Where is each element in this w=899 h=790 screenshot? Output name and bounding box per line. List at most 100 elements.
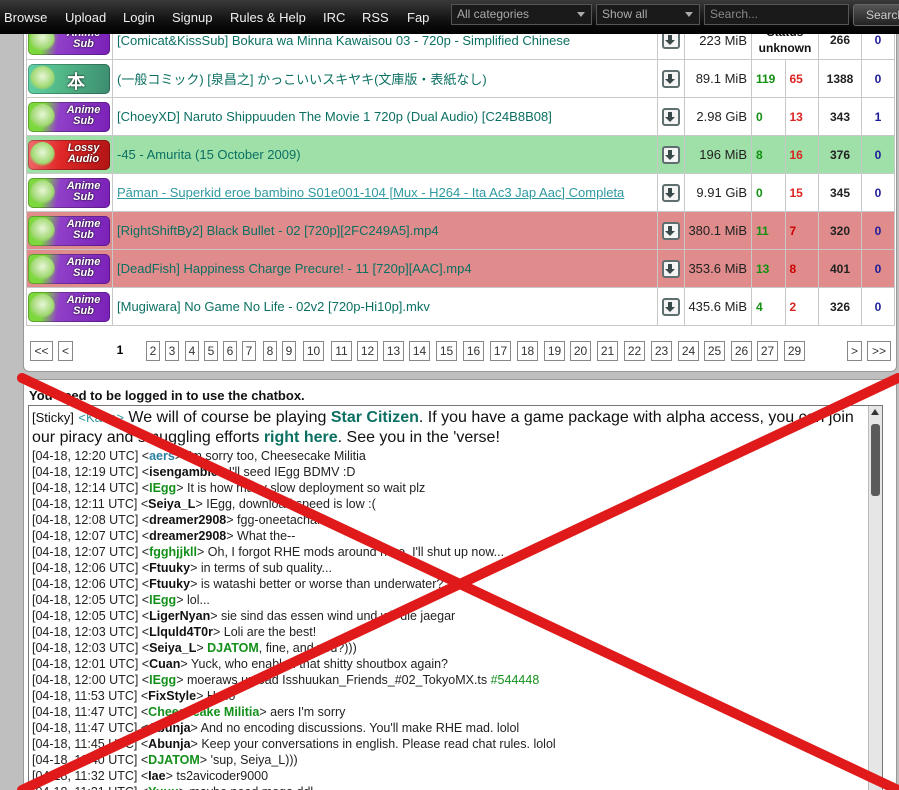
- download-icon[interactable]: [662, 297, 680, 316]
- page-last-button[interactable]: >>: [867, 341, 891, 361]
- page-link-13[interactable]: 13: [383, 341, 404, 361]
- sticky-nick[interactable]: <Kaaa>: [78, 410, 124, 425]
- page-link-17[interactable]: 17: [490, 341, 511, 361]
- page-link-26[interactable]: 26: [731, 341, 752, 361]
- chat-scrollbar[interactable]: [868, 406, 882, 790]
- torrent-name-link[interactable]: [Comicat&KissSub] Bokura wa Minna Kawais…: [117, 33, 570, 48]
- scroll-up-arrow-icon[interactable]: [871, 409, 879, 415]
- chat-nick[interactable]: Seiya_L: [148, 497, 195, 511]
- page-link-4[interactable]: 4: [185, 341, 199, 361]
- page-first-button[interactable]: <<: [30, 341, 53, 361]
- category-badge[interactable]: Anime Sub: [28, 291, 110, 322]
- page-link-10[interactable]: 10: [303, 341, 324, 361]
- chat-timestamp: [04-18, 11:45 UTC]: [32, 737, 138, 751]
- chat-nick[interactable]: aers: [149, 449, 175, 463]
- download-icon[interactable]: [662, 259, 680, 278]
- chat-nick[interactable]: Yuuu: [148, 785, 179, 790]
- chat-nick[interactable]: Llquld4T0r: [149, 625, 213, 639]
- category-select[interactable]: All categories: [451, 4, 592, 25]
- page-current[interactable]: 1: [113, 341, 127, 361]
- chat-nick[interactable]: Seiya_L: [149, 641, 196, 655]
- page-link-18[interactable]: 18: [517, 341, 538, 361]
- page-link-23[interactable]: 23: [651, 341, 672, 361]
- chat-nick[interactable]: isengamble: [149, 465, 218, 479]
- page-next-button[interactable]: >: [847, 341, 862, 361]
- page-link-14[interactable]: 14: [409, 341, 430, 361]
- page-link-3[interactable]: 3: [165, 341, 179, 361]
- category-badge[interactable]: Anime Sub: [28, 253, 110, 284]
- page-prev-button[interactable]: <: [58, 341, 73, 361]
- page-link-16[interactable]: 16: [463, 341, 484, 361]
- page-link-9[interactable]: 9: [282, 341, 296, 361]
- page-link-7[interactable]: 7: [242, 341, 256, 361]
- chat-nick[interactable]: LigerNyan: [149, 609, 210, 623]
- chat-nick[interactable]: IEgg: [149, 593, 176, 607]
- category-badge[interactable]: Anime Sub: [28, 215, 110, 246]
- nav-link-fap[interactable]: Fap: [407, 10, 429, 25]
- torrent-name-link[interactable]: [RightShiftBy2] Black Bullet - 02 [720p]…: [117, 223, 439, 238]
- page-link-27[interactable]: 27: [757, 341, 778, 361]
- search-input[interactable]: Search...: [704, 4, 849, 25]
- page-link-24[interactable]: 24: [678, 341, 699, 361]
- download-icon[interactable]: [662, 107, 680, 126]
- chat-nick[interactable]: dreamer2908: [149, 513, 226, 527]
- nav-link-upload[interactable]: Upload: [65, 10, 106, 25]
- page-link-5[interactable]: 5: [204, 341, 218, 361]
- download-icon[interactable]: [662, 145, 680, 164]
- torrent-name-link[interactable]: [Mugiwara] No Game No Life - 02v2 [720p-…: [117, 299, 430, 314]
- download-icon[interactable]: [662, 183, 680, 202]
- chat-log[interactable]: [Sticky] <Kaaa> We will of course be pla…: [28, 405, 883, 790]
- chat-nick[interactable]: Ftuuky: [149, 561, 190, 575]
- chat-nick[interactable]: Abunja: [148, 721, 190, 735]
- page-link-19[interactable]: 19: [544, 341, 565, 361]
- chat-nick[interactable]: FixStyle: [148, 689, 196, 703]
- torrent-name-link[interactable]: Pāman - Superkid eroe bambino S01e001-10…: [117, 185, 653, 200]
- category-avatar-icon: [30, 103, 55, 130]
- sticky-link-right-here[interactable]: right here: [264, 429, 338, 446]
- page-link-6[interactable]: 6: [223, 341, 237, 361]
- chat-nick[interactable]: Ftuuky: [149, 577, 190, 591]
- category-badge[interactable]: Anime Sub: [28, 177, 110, 208]
- chat-nick[interactable]: IEgg: [149, 673, 176, 687]
- page-link-11[interactable]: 11: [331, 341, 352, 361]
- download-icon[interactable]: [662, 69, 680, 88]
- chat-nick[interactable]: dreamer2908: [149, 529, 226, 543]
- page-link-2[interactable]: 2: [146, 341, 160, 361]
- chat-torrent-link[interactable]: #544448: [491, 673, 540, 687]
- category-badge[interactable]: Anime Sub: [28, 101, 110, 132]
- chat-nick[interactable]: IEgg: [149, 481, 176, 495]
- page-link-21[interactable]: 21: [597, 341, 618, 361]
- torrent-name-link[interactable]: [ChoeyXD] Naruto Shippuuden The Movie 1 …: [117, 109, 552, 124]
- chat-scroll-thumb[interactable]: [871, 424, 880, 496]
- filter-select-value: Show all: [602, 7, 648, 21]
- torrent-name-link[interactable]: (一般コミック) [泉昌之] かっこいいスキヤキ(文庫版・表紙なし): [117, 72, 487, 87]
- chat-nick[interactable]: Cheesecake Militia: [148, 705, 259, 719]
- chat-nick[interactable]: fgghjjkll: [149, 545, 197, 559]
- category-badge[interactable]: Lossy Audio: [28, 139, 110, 170]
- page-link-8[interactable]: 8: [263, 341, 277, 361]
- chat-nick[interactable]: Cuan: [149, 657, 180, 671]
- page-link-12[interactable]: 12: [357, 341, 378, 361]
- filter-select[interactable]: Show all: [596, 4, 700, 25]
- category-badge[interactable]: 本: [28, 63, 110, 94]
- nav-link-login[interactable]: Login: [123, 10, 155, 25]
- page-link-25[interactable]: 25: [704, 341, 725, 361]
- nav-link-irc[interactable]: IRC: [323, 10, 345, 25]
- page-link-20[interactable]: 20: [570, 341, 591, 361]
- chat-nick[interactable]: Abunja: [148, 737, 190, 751]
- nav-link-signup[interactable]: Signup: [172, 10, 212, 25]
- page-link-29[interactable]: 29: [784, 341, 805, 361]
- torrent-name-link[interactable]: -45 - Amurita (15 October 2009): [117, 147, 301, 162]
- chat-nick[interactable]: Iae: [148, 769, 165, 783]
- chat-nick[interactable]: DJATOM: [148, 753, 200, 767]
- page-link-22[interactable]: 22: [624, 341, 645, 361]
- nav-link-browse[interactable]: Browse: [4, 10, 47, 25]
- search-button[interactable]: Search: [853, 4, 899, 26]
- page-link-15[interactable]: 15: [436, 341, 457, 361]
- download-icon[interactable]: [662, 221, 680, 240]
- torrent-name-link[interactable]: [DeadFish] Happiness Charge Precure! - 1…: [117, 261, 472, 276]
- nav-link-rss[interactable]: RSS: [362, 10, 389, 25]
- sticky-link-star-citizen[interactable]: Star Citizen: [331, 409, 419, 426]
- chat-text: I'll seed IEgg BDMV :D: [228, 465, 356, 479]
- nav-link-rules-help[interactable]: Rules & Help: [230, 10, 306, 25]
